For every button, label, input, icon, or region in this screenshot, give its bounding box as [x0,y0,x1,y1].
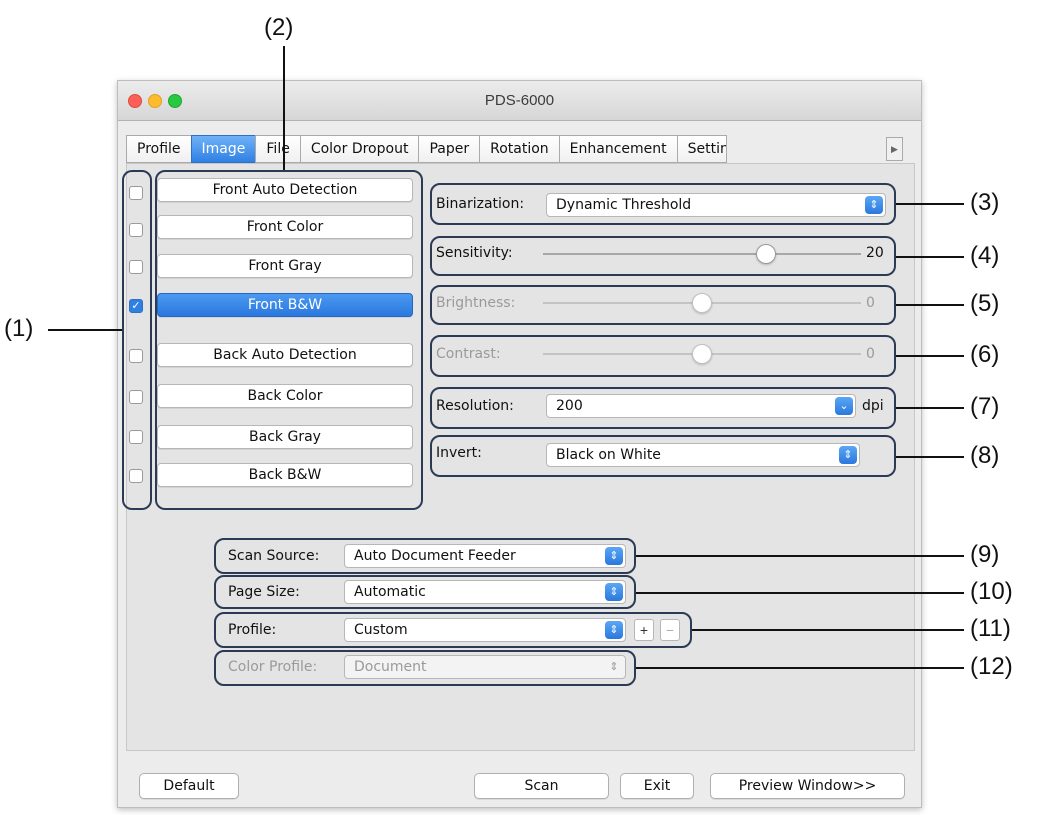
callout-box-8 [430,435,896,477]
tab-enhancement[interactable]: Enhancement [558,135,677,163]
callout-box-7 [430,387,896,429]
title-bar: PDS-6000 [118,81,921,121]
tab-image[interactable]: Image [190,135,256,163]
tab-rotation[interactable]: Rotation [479,135,559,163]
callout-label-5: (5) [970,290,1000,317]
callout-label-1: (1) [4,315,34,342]
callout-box-10 [214,575,636,609]
exit-button[interactable]: Exit [620,773,694,799]
callout-line-9 [636,555,964,557]
callout-label-10: (10) [970,578,1013,605]
callout-line-8 [896,456,964,458]
callout-label-11: (11) [970,615,1011,642]
callout-line-3 [896,203,964,205]
callout-line-7 [896,407,964,409]
callout-line-10 [636,592,964,594]
callout-line-2 [283,46,285,170]
callout-label-8: (8) [970,442,1000,469]
callout-label-12: (12) [970,653,1013,680]
callout-line-12 [636,667,964,669]
tab-profile[interactable]: Profile [126,135,191,163]
callout-line-4 [896,256,964,258]
callout-line-6 [896,355,964,357]
window-title: PDS-6000 [484,92,555,109]
callout-label-6: (6) [970,341,1000,368]
tab-scroll-right-icon[interactable]: ▶ [886,137,903,161]
callout-box-3 [430,183,896,225]
tab-paper[interactable]: Paper [418,135,480,163]
callout-line-5 [896,304,964,306]
callout-box-9 [214,538,636,574]
callout-box-5 [430,285,896,325]
callout-line-1 [48,329,122,331]
callout-box-2 [155,170,423,510]
default-button[interactable]: Default [139,773,239,799]
scan-button[interactable]: Scan [474,773,609,799]
callout-label-4: (4) [970,242,1000,269]
tab-setting[interactable]: Setting [676,135,727,163]
callout-box-11 [214,612,692,648]
callout-label-3: (3) [970,189,1000,216]
tab-file[interactable]: File [255,135,300,163]
tab-bar: Profile Image File Color Dropout Paper R… [126,135,727,163]
callout-box-6 [430,335,896,377]
callout-label-2: (2) [264,14,294,41]
preview-window-button[interactable]: Preview Window>> [710,773,905,799]
tab-color-dropout[interactable]: Color Dropout [299,135,419,163]
callout-box-4 [430,236,896,276]
callout-label-9: (9) [970,541,1000,568]
callout-box-1 [122,170,152,510]
callout-label-7: (7) [970,393,1000,420]
callout-box-12 [214,650,636,686]
callout-line-11 [692,629,964,631]
